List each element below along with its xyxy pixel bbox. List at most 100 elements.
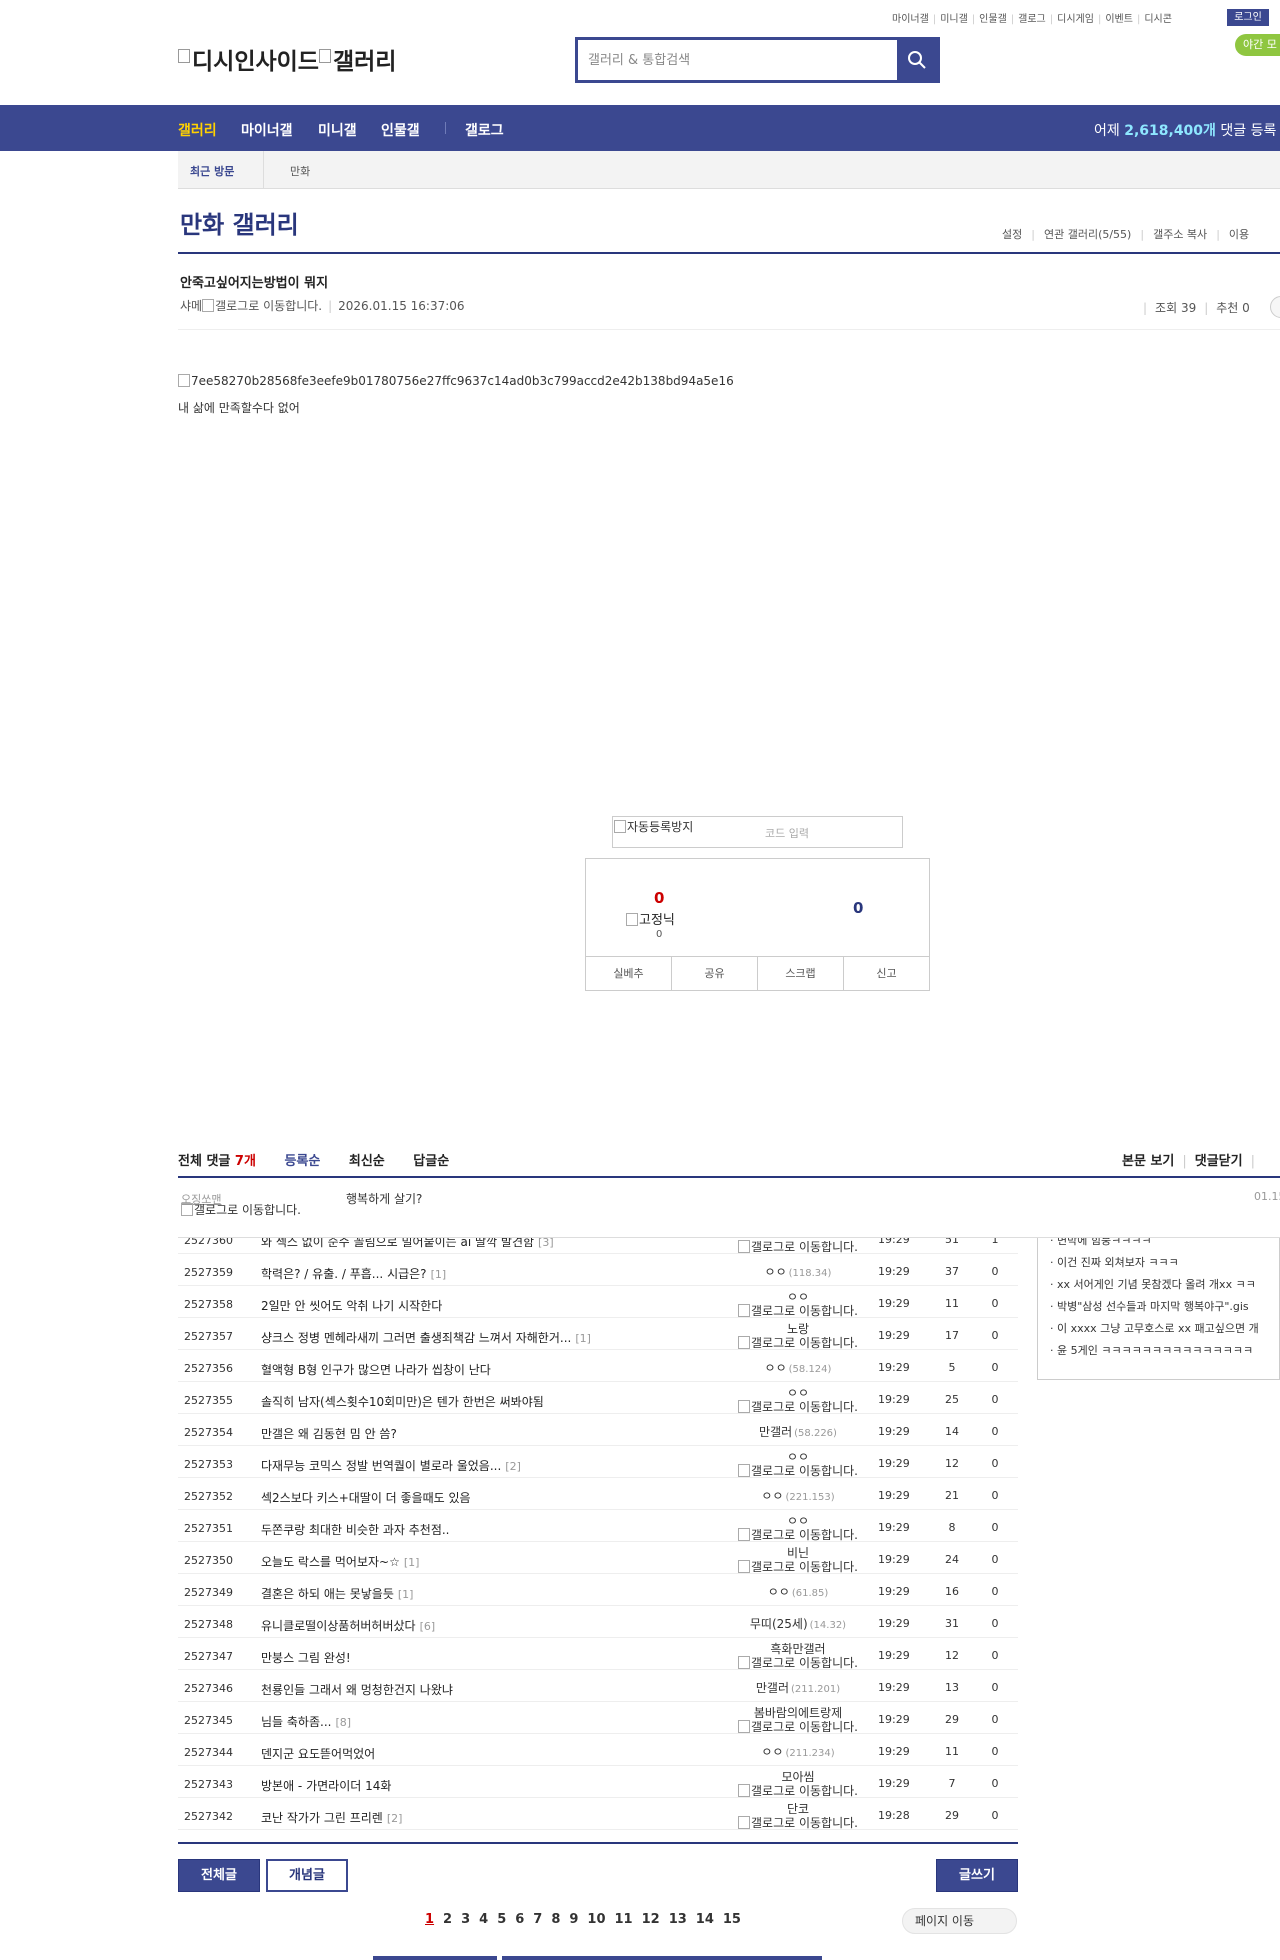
post-writer[interactable]: 무띠(25세) (14.32)	[713, 1618, 883, 1632]
gallery-title[interactable]: 만화 갤러리	[180, 205, 299, 240]
reply-count[interactable]: [6]	[420, 1620, 436, 1633]
page-link[interactable]: 11	[615, 1912, 633, 1927]
post-writer[interactable]: ㅇㅇ (58.124)	[713, 1362, 883, 1376]
page-link[interactable]: 12	[642, 1912, 660, 1927]
post-title-link[interactable]: 2일만 안 씻어도 악취 나기 시작한다	[261, 1297, 442, 1314]
close-comments-link[interactable]: 댓글닫기	[1195, 1154, 1243, 1169]
recommend-up-count[interactable]: 0	[654, 889, 664, 907]
reply-count[interactable]: [1]	[431, 1268, 447, 1281]
post-title-link[interactable]: 만갤은 왜 김동현 밈 안 씀?	[261, 1425, 397, 1442]
post-title-link[interactable]: 코난 작가가 그린 프리렌 [2]	[261, 1809, 402, 1826]
post-writer[interactable]: 갤로그로 이동합니다.	[713, 1238, 883, 1254]
post-title-link[interactable]: 결혼은 하되 애는 못낳을듯 [1]	[261, 1585, 413, 1602]
recent-visit-label[interactable]: 최근 방문	[190, 163, 234, 179]
comment-gallog-link[interactable]: 갤로그로 이동합니다.	[181, 1203, 311, 1216]
post-title-link[interactable]: 혈액형 B형 인구가 많으면 나라가 씹창이 난다	[261, 1361, 491, 1378]
share-button[interactable]: 공유	[672, 957, 758, 990]
post-title-link[interactable]: 섹2스보다 키스+대딸이 더 좋을때도 있음	[261, 1489, 471, 1506]
top-link[interactable]: 이벤트	[1105, 14, 1133, 25]
nav-gallery[interactable]: 갤러리	[178, 120, 217, 140]
all-posts-button[interactable]: 전체글	[178, 1859, 260, 1892]
login-button[interactable]: 로그인	[1227, 9, 1269, 26]
post-title-link[interactable]: 님들 축하좀... [8]	[261, 1713, 351, 1730]
post-image[interactable]: 7ee58270b28568fe3eefe9b01780756e27ffc963…	[178, 374, 734, 388]
post-title-link[interactable]: 만붕스 그림 완성!	[261, 1649, 351, 1666]
reply-count[interactable]: [2]	[505, 1460, 521, 1473]
page-link[interactable]: 13	[669, 1912, 687, 1927]
post-writer[interactable]: ㅇㅇ (221.153)	[713, 1490, 883, 1504]
top-link[interactable]: 인물갤	[979, 14, 1007, 25]
usage-link[interactable]: 이용	[1229, 228, 1249, 241]
sidebar-item[interactable]: · 이건 진짜 외쳐보자 ㅋㅋㅋ	[1050, 1254, 1179, 1270]
post-writer[interactable]: 노랑 갤로그로 이동합니다.	[713, 1323, 883, 1350]
copy-address-link[interactable]: 갤주소 복사	[1153, 228, 1207, 241]
post-writer[interactable]: 흑화만갤러 갤로그로 이동합니다.	[713, 1643, 883, 1670]
page-link[interactable]: 14	[696, 1912, 714, 1927]
page-link[interactable]: 9	[569, 1912, 578, 1927]
post-title-link[interactable]: 샹크스 정병 멘헤라새끼 그러면 출생죄책감 느껴서 자해한거... [1]	[261, 1329, 591, 1346]
search-button[interactable]	[897, 40, 937, 80]
top-link[interactable]: 마이너갤	[892, 14, 929, 25]
recent-item[interactable]: 만화	[290, 163, 310, 179]
post-author[interactable]: 샤메	[180, 299, 202, 313]
post-title-link[interactable]: 천룡인들 그래서 왜 멍청한건지 나왔냐	[261, 1681, 453, 1698]
post-title-link[interactable]: 오늘도 락스를 먹어보자~☆ [1]	[261, 1553, 419, 1570]
reply-count[interactable]: [2]	[387, 1812, 403, 1825]
page-link[interactable]: 15	[723, 1912, 741, 1927]
reply-count[interactable]: [1]	[398, 1588, 414, 1601]
post-writer[interactable]: ㅇㅇ 갤로그로 이동합니다.	[713, 1515, 883, 1542]
top-link[interactable]: 갤로그	[1018, 14, 1046, 25]
nav-minor-gallery[interactable]: 마이너갤	[241, 120, 293, 140]
sort-by-reply[interactable]: 답글순	[413, 1154, 449, 1169]
page-link[interactable]: 7	[533, 1912, 542, 1927]
page-link[interactable]: 10	[587, 1912, 605, 1927]
search-input[interactable]	[578, 40, 896, 80]
post-writer[interactable]: ㅇㅇ (118.34)	[713, 1266, 883, 1280]
page-jump-button[interactable]: 페이지 이동	[902, 1908, 1017, 1934]
sidebar-item[interactable]: · 윤 5게인 ㅋㅋㅋㅋㅋㅋㅋㅋㅋㅋㅋㅋㅋㅋㅋ	[1050, 1342, 1253, 1358]
post-title-link[interactable]: 방본애 - 가면라이더 14화	[261, 1777, 391, 1794]
reply-count[interactable]: [1]	[404, 1556, 420, 1569]
gallog-link[interactable]: 갤로그로 이동합니다.	[215, 299, 322, 313]
post-writer[interactable]: 단코 갤로그로 이동합니다.	[713, 1803, 883, 1830]
related-gallery-link[interactable]: 연관 갤러리(5/55)	[1044, 228, 1131, 241]
post-title-link[interactable]: 두쫀쿠랑 최대한 비슷한 과자 추천점..	[261, 1521, 450, 1538]
post-writer[interactable]: ㅇㅇ 갤로그로 이동합니다.	[713, 1291, 883, 1318]
top-link[interactable]: 미니갤	[940, 14, 968, 25]
comment-jump-button[interactable]	[1270, 296, 1280, 318]
page-link[interactable]: 2	[443, 1912, 452, 1927]
write-button[interactable]: 글쓰기	[936, 1859, 1018, 1892]
sidebar-item[interactable]: · 면박에 힘붕ㅋㅋㅋㅋ	[1050, 1238, 1152, 1248]
top-link[interactable]: 디시콘	[1144, 14, 1172, 25]
page-link[interactable]: 1	[425, 1912, 434, 1927]
reply-count[interactable]: [3]	[538, 1238, 554, 1249]
page-link[interactable]: 4	[479, 1912, 488, 1927]
post-writer[interactable]: 봄바람의에트랑제 갤로그로 이동합니다.	[713, 1707, 883, 1734]
best-recommend-button[interactable]: 실베추	[586, 957, 672, 990]
page-link[interactable]: 6	[515, 1912, 524, 1927]
report-button[interactable]: 신고	[844, 957, 929, 990]
post-title-link[interactable]: 덴지군 요도뜯어먹었어	[261, 1745, 375, 1762]
scrap-button[interactable]: 스크랩	[758, 957, 844, 990]
post-title-link[interactable]: 와 섹스 없이 순수 꼴림으로 밀어붙이는 ai 딸깍 발견함 [3]	[261, 1238, 554, 1250]
sort-by-register[interactable]: 등록순	[284, 1154, 320, 1169]
nav-gallog[interactable]: 갤로그	[465, 120, 504, 140]
view-body-link[interactable]: 본문 보기	[1122, 1154, 1174, 1169]
page-link[interactable]: 3	[461, 1912, 470, 1927]
post-writer[interactable]: ㅇㅇ 갤로그로 이동합니다.	[713, 1387, 883, 1414]
sidebar-item[interactable]: · 이 xxxx 그냥 고무호스로 xx 패고싶으면 개	[1050, 1320, 1259, 1336]
settings-link[interactable]: 설정	[1002, 228, 1022, 241]
night-mode-toggle[interactable]: 야간 모	[1235, 34, 1280, 56]
post-writer[interactable]: 만갤러 (211.201)	[713, 1682, 883, 1696]
concept-posts-button[interactable]: 개념글	[266, 1859, 348, 1892]
post-writer[interactable]: ㅇㅇ (61.85)	[713, 1586, 883, 1600]
reply-count[interactable]: [8]	[335, 1716, 351, 1729]
post-writer[interactable]: ㅇㅇ 갤로그로 이동합니다.	[713, 1451, 883, 1478]
recommend-down-count[interactable]: 0	[853, 899, 863, 917]
page-link[interactable]: 8	[551, 1912, 560, 1927]
page-link[interactable]: 5	[497, 1912, 506, 1927]
sidebar-item[interactable]: · 박병"삼성 선수들과 마지막 행복야구".gis	[1050, 1298, 1249, 1314]
reply-count[interactable]: [1]	[575, 1332, 591, 1345]
sort-by-latest[interactable]: 최신순	[349, 1154, 385, 1169]
post-title-link[interactable]: 학력은? / 유출. / 푸흡... 시급은? [1]	[261, 1265, 446, 1282]
